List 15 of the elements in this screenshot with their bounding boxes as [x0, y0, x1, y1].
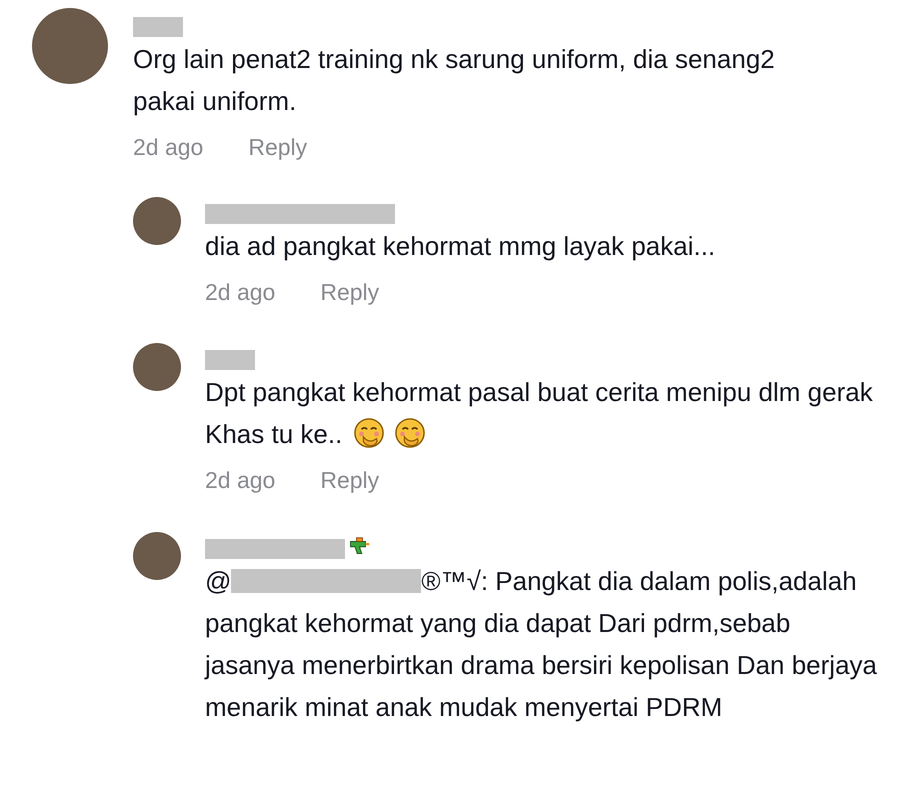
avatar-photo[interactable] — [133, 532, 181, 580]
timestamp: 2d ago — [205, 278, 276, 307]
avatar-photo[interactable] — [133, 343, 181, 391]
avatar-photo[interactable] — [133, 196, 181, 244]
comment-text: Dpt pangkat kehormat pasal buat cerita menipu dlm gerak Khas tu ke.. — [205, 376, 874, 451]
hand-over-mouth-emoji-icon — [394, 418, 425, 448]
reply-link[interactable]: Reply — [320, 274, 380, 309]
timestamp: 2d ago — [133, 133, 204, 162]
reply-link[interactable]: Reply — [320, 463, 380, 498]
timestamp: 2d ago — [205, 466, 276, 495]
reply-link[interactable]: Reply — [248, 130, 308, 164]
comment-text: dia ad pangkat kehormat mmg layak pakai... — [205, 230, 716, 262]
hand-over-mouth-emoji-icon — [354, 418, 384, 448]
comment-text: Org lain penat2 training nk sarung uniform, dia senang2 pakai uniform. — [133, 43, 776, 118]
comment-text: @ ®™√: Pangkat dia dalam polis,adalah pangkat kehormat yang dia dapat Dari pdrm,sebab jasanya menerbirtkan drama bersiri kepolisan Dan berjaya menarik minat anak mudak menyertai PDRM — [205, 564, 878, 724]
